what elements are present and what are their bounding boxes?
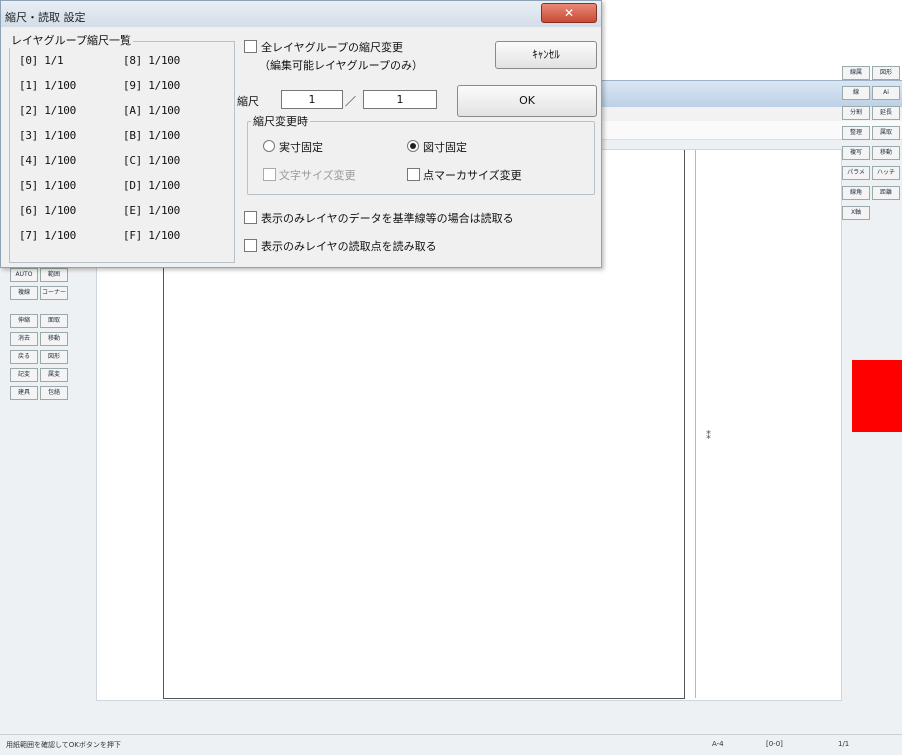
crosshair-icon: ⁑ [706,431,711,442]
status-scale[interactable]: 1/1 [838,740,849,748]
layer-entry-0: [0] 1/1 [19,54,64,67]
right-tool-button[interactable]: X軸 [842,206,870,220]
dialog-titlebar: 縮尺・読取 設定 ✕ [1,1,601,27]
read-display-only-std-lines-checkbox[interactable] [244,211,257,224]
layer-entry-b: [B] 1/100 [123,129,180,142]
scale-denominator-input[interactable]: 1 [363,90,437,109]
right-tool-button[interactable]: パラメ [842,166,870,180]
point-marker-size-change-label: 点マーカサイズ変更 [423,169,522,182]
scale-change-group [247,121,595,195]
left-tool-button[interactable]: 記変 [10,368,38,382]
right-tool-palette: 線属 図形線 Ai 分割 延長 整理 属取 複写 移動 パラメ ハッチ 線角 距離 X軸 [838,66,902,506]
text-size-change-checkbox[interactable] [263,168,276,181]
right-tool-button[interactable]: 線 [842,86,870,100]
right-tool-button[interactable]: 整理 [842,126,870,140]
all-layer-scale-change-checkbox[interactable] [244,40,257,53]
layer-entry-f: [F] 1/100 [123,229,180,242]
left-tool-button[interactable]: 移動 [40,332,68,346]
layer-entry-1: [1] 1/100 [19,79,76,92]
text-size-change-label: 文字サイズ変更 [279,169,356,182]
scale-separator: ／ [345,95,356,108]
scale-change-group-title: 縮尺変更時 [251,113,310,129]
red-highlight-block [852,360,902,432]
scale-read-settings-dialog: 縮尺・読取 設定 ✕ レイヤグループ縮尺一覧 [0] 1/1 [1] 1/100… [0,0,602,268]
status-paper-size[interactable]: A-4 [712,740,724,748]
right-tool-button[interactable]: 線角 [842,186,870,200]
right-tool-button[interactable]: Ai [872,86,900,100]
ok-button[interactable]: OK [457,85,597,117]
right-tool-button[interactable]: 分割 [842,106,870,120]
left-tool-button[interactable]: 伸縮 [10,314,38,328]
scale-numerator-input[interactable]: 1 [281,90,343,109]
right-tool-button[interactable]: 線属 [842,66,870,80]
right-tool-button[interactable]: 複写 [842,146,870,160]
dialog-title: 縮尺・読取 設定 [5,11,86,24]
sheet-right-border [695,150,696,698]
right-tool-button[interactable]: 延長 [872,106,900,120]
left-tool-button[interactable]: 建具 [10,386,38,400]
layer-group-title: レイヤグループ縮尺一覧 [9,32,134,48]
layer-entry-6: [6] 1/100 [19,204,76,217]
left-tool-button[interactable]: AUTO [10,268,38,282]
right-tool-button[interactable]: 属取 [872,126,900,140]
actual-size-fixed-label: 実寸固定 [279,141,323,154]
status-bar: 用紙範囲を確認してOKボタンを押下 A-4 [0-0] 1/1 [0,734,902,755]
left-tool-button[interactable]: 包絡 [40,386,68,400]
layer-entry-9: [9] 1/100 [123,79,180,92]
read-display-only-points-checkbox[interactable] [244,239,257,252]
read-display-only-points-label: 表示のみレイヤの読取点を読み取る [261,240,437,253]
all-layer-scale-change-label: 全レイヤグループの縮尺変更 [261,41,404,54]
left-tool-button[interactable]: 図形 [40,350,68,364]
editable-layers-only-label: （編集可能レイヤグループのみ） [259,59,424,72]
left-tool-button[interactable]: 範囲 [40,268,68,282]
dialog-close-button[interactable]: ✕ [541,3,597,23]
left-tool-button[interactable]: コーナー [40,286,68,300]
left-tool-button[interactable]: 面取 [40,314,68,328]
layer-entry-e: [E] 1/100 [123,204,180,217]
right-tool-button[interactable]: 距離 [872,186,900,200]
scale-label: 縮尺 [237,95,259,108]
cancel-button[interactable]: ｷｬﾝｾﾙ [495,41,597,69]
right-tool-button[interactable]: 移動 [872,146,900,160]
layer-entry-5: [5] 1/100 [19,179,76,192]
read-display-only-std-lines-label: 表示のみレイヤのデータを基準線等の場合は読取る [261,212,514,225]
point-marker-size-change-checkbox[interactable] [407,168,420,181]
status-hint: 用紙範囲を確認してOKボタンを押下 [6,741,121,749]
right-tool-button[interactable]: ハッチ [872,166,900,180]
right-tool-button[interactable]: 図形 [872,66,900,80]
drawing-size-fixed-radio[interactable] [407,140,419,152]
status-layer[interactable]: [0-0] [766,740,783,748]
layer-entry-c: [C] 1/100 [123,154,180,167]
layer-entry-2: [2] 1/100 [19,104,76,117]
layer-entry-7: [7] 1/100 [19,229,76,242]
layer-entry-a: [A] 1/100 [123,104,180,117]
sheet-titleblock [363,620,563,630]
left-tool-button[interactable]: 属変 [40,368,68,382]
left-tool-button[interactable]: 複線 [10,286,38,300]
layer-entry-4: [4] 1/100 [19,154,76,167]
left-tool-button[interactable]: 消去 [10,332,38,346]
layer-entry-d: [D] 1/100 [123,179,180,192]
drawing-size-fixed-label: 図寸固定 [423,141,467,154]
layer-entry-3: [3] 1/100 [19,129,76,142]
left-tool-button[interactable]: 戻る [10,350,38,364]
layer-entry-8: [8] 1/100 [123,54,180,67]
actual-size-fixed-radio[interactable] [263,140,275,152]
